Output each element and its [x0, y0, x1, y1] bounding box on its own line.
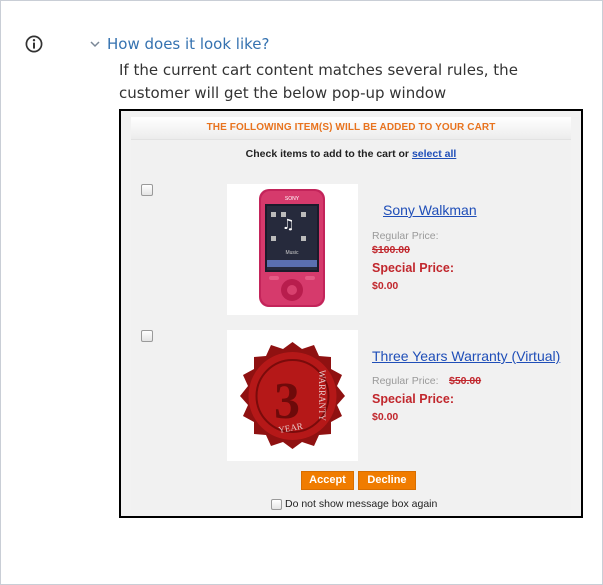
description-text: If the current cart content matches seve…: [119, 61, 518, 102]
popup-window: THE FOLLOWING ITEM(S) WILL BE ADDED TO Y…: [119, 109, 583, 518]
regular-price-label: Regular Price:: [372, 375, 439, 387]
decline-button[interactable]: Decline: [358, 471, 416, 490]
item-checkbox[interactable]: [141, 330, 153, 342]
regular-price-value: $100.00: [372, 244, 410, 256]
item-checkbox[interactable]: [141, 184, 153, 196]
special-price-label: Special Price:: [372, 261, 454, 275]
chevron-down-icon: [90, 41, 100, 48]
expand-toggle[interactable]: How does it look like?: [89, 35, 269, 53]
product-image-walkman: SONY ♫ Music: [227, 184, 358, 315]
content-panel: How does it look like? If the current ca…: [0, 0, 603, 585]
regular-price-value: $50.00: [449, 375, 482, 387]
expand-label[interactable]: How does it look like?: [107, 35, 269, 53]
special-price-value: $0.00: [372, 411, 399, 423]
popup-body: THE FOLLOWING ITEM(S) WILL BE ADDED TO Y…: [131, 117, 571, 510]
popup-subtitle: Check items to add to the cart or select…: [131, 148, 571, 160]
accept-button[interactable]: Accept: [301, 471, 354, 490]
walkman-menu-text: Music: [285, 250, 299, 256]
regular-price-label: Regular Price:: [372, 230, 439, 242]
dont-show-option[interactable]: Do not show message box again: [271, 498, 437, 510]
product-name-link[interactable]: Three Years Warranty (Virtual): [372, 348, 560, 364]
warranty-seal-image: 3 YEAR WARRANTY: [240, 342, 345, 449]
walkman-image: SONY ♫ Music: [259, 189, 325, 307]
product-name-link[interactable]: Sony Walkman: [383, 202, 477, 218]
seal-right-text: WARRANTY: [317, 370, 327, 421]
special-price-value: $0.00: [372, 280, 399, 292]
popup-subtitle-text: Check items to add to the cart or: [245, 148, 410, 160]
dont-show-label: Do not show message box again: [285, 498, 438, 510]
checkbox-icon[interactable]: [271, 498, 282, 510]
special-price-label: Special Price:: [372, 392, 454, 406]
product-image-warranty: 3 YEAR WARRANTY: [227, 330, 358, 461]
walkman-brand-text: SONY: [285, 196, 300, 202]
select-all-link[interactable]: select all: [412, 148, 456, 160]
svg-text:♫: ♫: [282, 217, 295, 233]
popup-title: THE FOLLOWING ITEM(S) WILL BE ADDED TO Y…: [131, 117, 571, 140]
info-icon: [25, 35, 43, 53]
